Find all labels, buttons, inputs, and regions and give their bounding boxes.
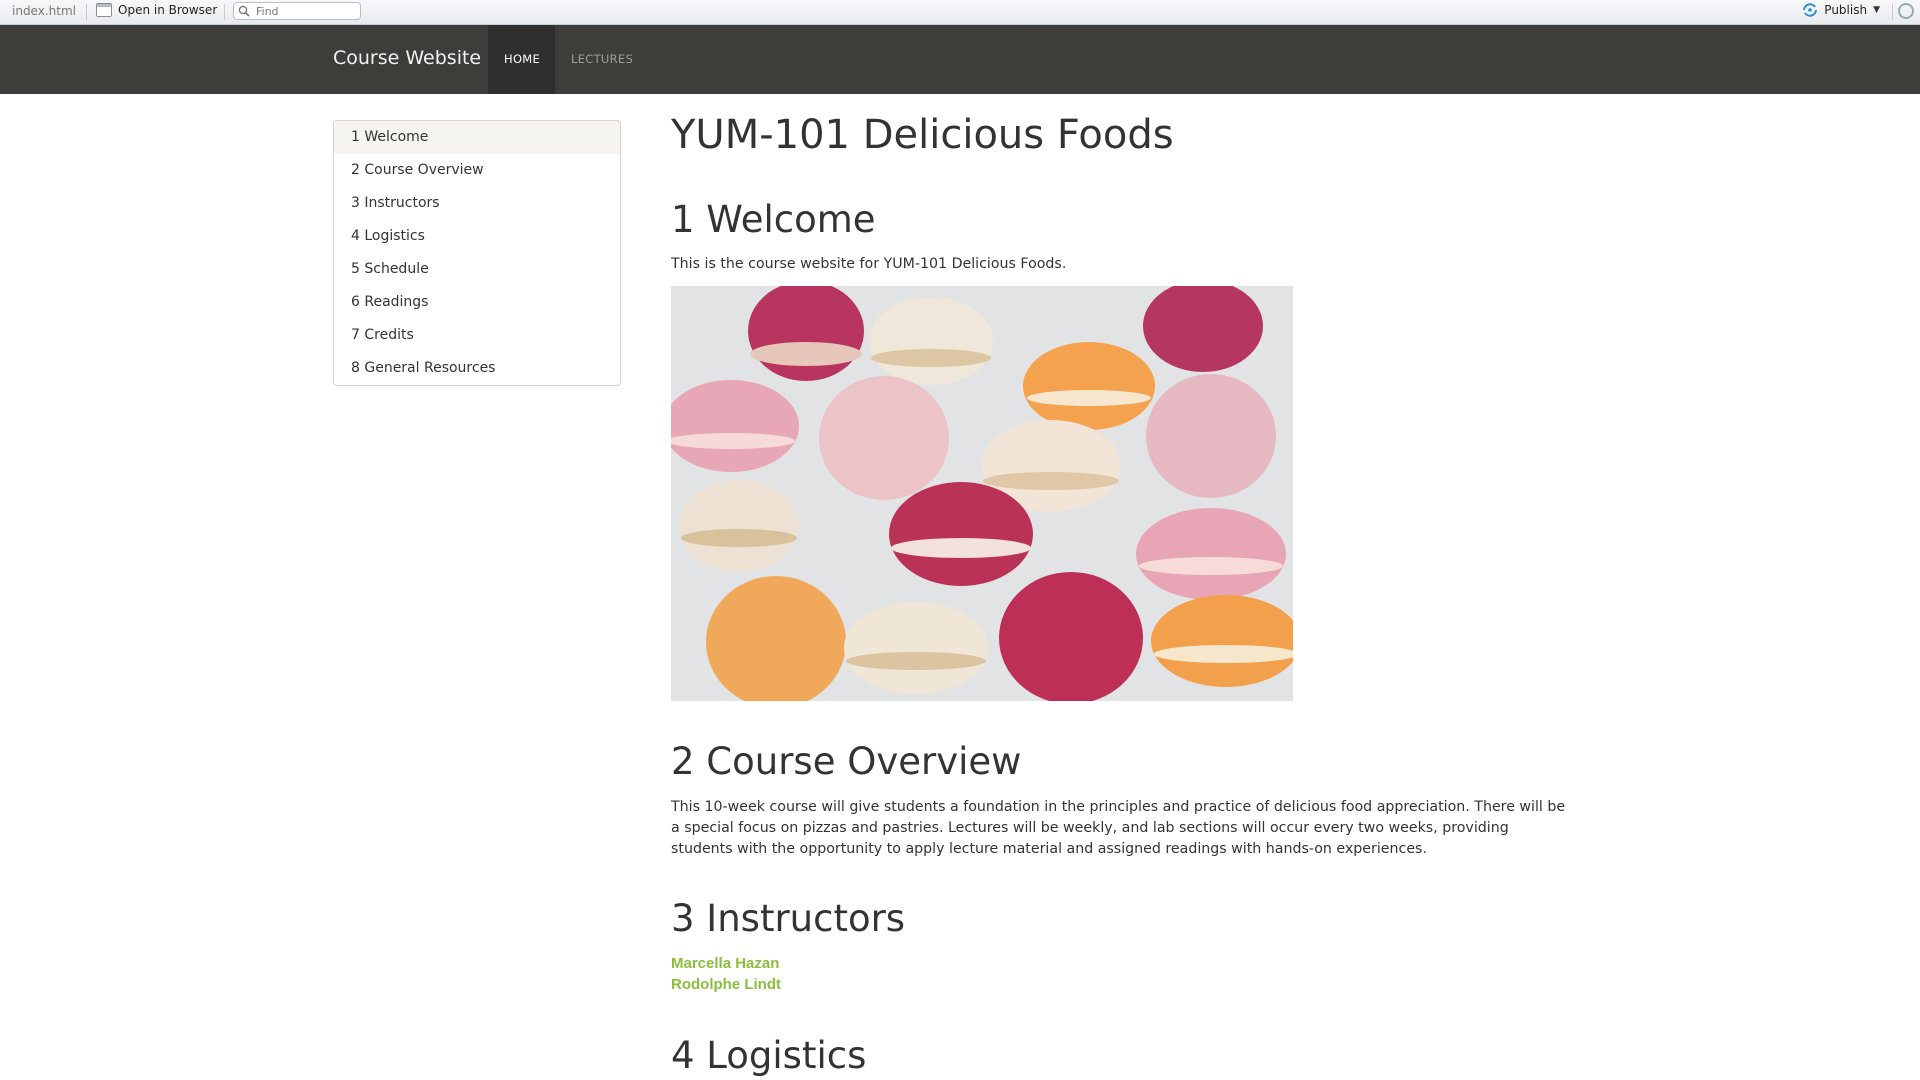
nav-lectures[interactable]: LECTURES — [555, 25, 649, 94]
find-box[interactable] — [233, 2, 361, 20]
table-of-contents: 1 Welcome 2 Course Overview 3 Instructor… — [333, 120, 621, 386]
toc-item-course-overview[interactable]: 2 Course Overview — [334, 154, 620, 187]
overview-text: This 10-week course will give students a… — [671, 799, 1566, 857]
nav-home[interactable]: HOME — [488, 25, 555, 94]
publish-button[interactable]: Publish ▼ — [1802, 3, 1880, 17]
publish-label: Publish — [1824, 3, 1868, 17]
toolbar-divider — [224, 4, 225, 20]
toolbar-divider — [1892, 4, 1893, 20]
welcome-text: This is the course website for YUM-101 D… — [671, 256, 1067, 272]
viewer-toolbar: index.html Open in Browser Publish ▼ — [0, 0, 1920, 25]
section-heading-course-overview: 2 Course Overview — [671, 740, 1022, 783]
search-icon — [238, 5, 250, 17]
toc-item-welcome[interactable]: 1 Welcome — [334, 121, 620, 154]
macaron-shapes — [671, 286, 1293, 701]
publish-icon — [1803, 3, 1818, 17]
browser-icon — [96, 3, 112, 17]
instructor-link[interactable]: Rodolphe Lindt — [671, 976, 781, 993]
instructor-link[interactable]: Marcella Hazan — [671, 955, 779, 972]
open-in-browser-label: Open in Browser — [118, 3, 218, 17]
find-input[interactable] — [254, 3, 358, 19]
toolbar-divider — [86, 4, 87, 20]
site-brand[interactable]: Course Website — [333, 47, 481, 69]
toc-item-instructors[interactable]: 3 Instructors — [334, 187, 620, 220]
refresh-icon[interactable] — [1898, 3, 1914, 19]
site-navbar: Course Website HOME LECTURES — [0, 25, 1920, 94]
file-name: index.html — [12, 4, 76, 18]
toc-item-logistics[interactable]: 4 Logistics — [334, 220, 620, 253]
toc-item-general-resources[interactable]: 8 General Resources — [334, 352, 620, 385]
toc-item-schedule[interactable]: 5 Schedule — [334, 253, 620, 286]
toc-item-readings[interactable]: 6 Readings — [334, 286, 620, 319]
section-heading-instructors: 3 Instructors — [671, 897, 906, 940]
chevron-down-icon[interactable]: ▼ — [1873, 5, 1880, 15]
open-in-browser-button[interactable]: Open in Browser — [96, 3, 217, 17]
page-title: YUM-101 Delicious Foods — [671, 112, 1174, 158]
section-heading-logistics: 4 Logistics — [671, 1034, 867, 1077]
macarons-image — [671, 286, 1293, 701]
toc-item-credits[interactable]: 7 Credits — [334, 319, 620, 352]
section-heading-welcome: 1 Welcome — [671, 198, 876, 241]
